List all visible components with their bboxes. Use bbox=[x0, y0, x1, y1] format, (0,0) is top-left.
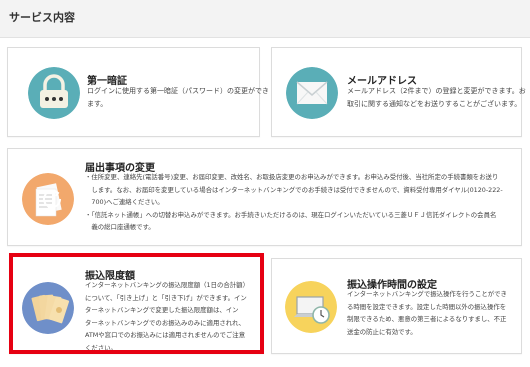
notification-change-card[interactable]: 届出事項の変更 ・住所変更、連絡先(電話番号)変更、お届印変更、改姓名、お取扱店… bbox=[7, 148, 522, 246]
transfer-limit-card[interactable]: 振込限度額 インターネットバンキングの振込限度額（1日の合計額） について、「引… bbox=[9, 253, 264, 354]
desc-line: メールアドレス（2件まで）の登録と変更ができます。お bbox=[347, 87, 526, 95]
desc-line: ください。 bbox=[85, 343, 117, 352]
desc-line: ます。 bbox=[87, 100, 108, 108]
desc-line: 700)へご連絡ください。 bbox=[85, 198, 164, 206]
desc-line: ログインに使用する第一暗証（パスワード）の変更ができ bbox=[87, 87, 269, 95]
transfer-time-card-desc: インターネットバンキングで振込操作を行うことができ る時間を設定できます。設定し… bbox=[347, 288, 507, 338]
email-card-desc: メールアドレス（2件まで）の登録と変更ができます。お 取引に関する通知などをお送… bbox=[347, 85, 526, 111]
desc-line: 義の総口座通帳です。 bbox=[85, 223, 155, 231]
desc-line: 制限できるため、悪意の第三者によるなりすまし、不正 bbox=[347, 315, 507, 323]
padlock-icon bbox=[28, 67, 80, 119]
notification-change-card-desc: ・住所変更、連絡先(電話番号)変更、お届印変更、改姓名、お取扱店変更のお申込みが… bbox=[85, 171, 503, 234]
banknotes-icon bbox=[22, 282, 74, 334]
section-header: サービス内容 bbox=[0, 0, 530, 38]
password-card[interactable]: 第一暗証 ログインに使用する第一暗証（パスワード）の変更ができ ます。 bbox=[7, 47, 269, 137]
desc-line: について、「引き上げ」と「引き下げ」ができます。イン bbox=[85, 293, 247, 302]
desc-line: ターネットバンキングで変更した振込限度額は、イン bbox=[85, 306, 239, 314]
email-card[interactable]: メールアドレス メールアドレス（2件まで）の登録と変更ができます。お 取引に関す… bbox=[271, 47, 526, 137]
transfer-time-card[interactable]: 振込操作時間の設定 インターネットバンキングで振込操作を行うことができ る時間を… bbox=[271, 258, 522, 354]
desc-line: 取引に関する通知などをお送りすることがございます。 bbox=[347, 100, 522, 108]
transfer-limit-card-desc: インターネットバンキングの振込限度額（1日の合計額） について、「引き上げ」と「… bbox=[85, 279, 249, 354]
desc-line: ・「信託ネット通帳」への切替お申込みができます。お手続きいただけるのは、現在ログ… bbox=[85, 210, 497, 219]
envelope-icon bbox=[286, 67, 338, 119]
desc-line: ATMや窓口でのお振込みには適用されませんのでご注意 bbox=[85, 331, 246, 339]
documents-icon bbox=[22, 173, 74, 225]
desc-line: る時間を設定できます。設定した時間以外の振込操作を bbox=[347, 302, 507, 311]
desc-line: ターネットバンキングでのお振込みのみに適用されれ、 bbox=[85, 318, 245, 327]
laptop-clock-icon bbox=[285, 281, 337, 333]
desc-line: します。なお、お届印を変更している場合はインターネットバンキングでのお手続きは受… bbox=[85, 185, 503, 194]
desc-line: インターネットバンキングの振込限度額（1日の合計額） bbox=[85, 281, 249, 289]
desc-line: インターネットバンキングで振込操作を行うことができ bbox=[347, 290, 507, 298]
section-title: サービス内容 bbox=[9, 11, 75, 24]
desc-line: 送金の防止に有効です。 bbox=[347, 327, 417, 336]
desc-line: ・住所変更、連絡先(電話番号)変更、お届印変更、改姓名、お取扱店変更のお申込みが… bbox=[85, 173, 499, 181]
password-card-desc: ログインに使用する第一暗証（パスワード）の変更ができ ます。 bbox=[87, 85, 269, 111]
